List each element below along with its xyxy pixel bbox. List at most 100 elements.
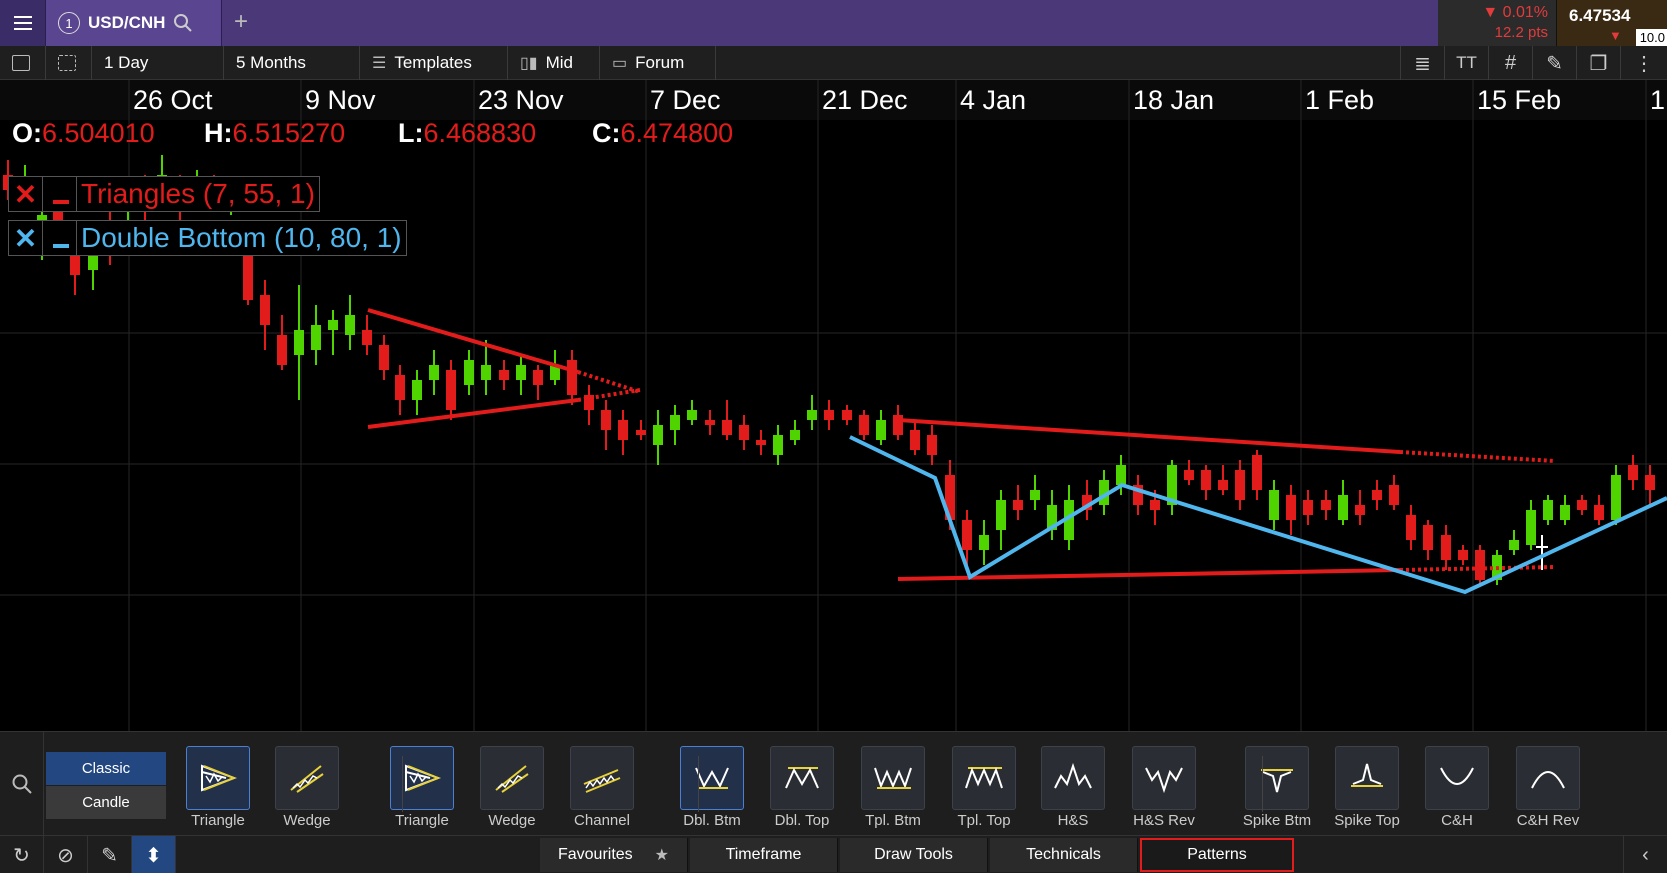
list-icon[interactable] bbox=[0, 46, 46, 80]
candle-body bbox=[1543, 500, 1553, 520]
pattern-label: Channel bbox=[574, 812, 630, 829]
candle-body bbox=[1372, 490, 1382, 500]
forum-button[interactable]: ▭ Forum bbox=[600, 46, 716, 80]
candle-body bbox=[910, 430, 920, 450]
style-candle-button[interactable]: Candle bbox=[46, 786, 166, 819]
list-right-icon[interactable]: ≣ bbox=[1400, 46, 1444, 80]
candle-body bbox=[1628, 465, 1638, 480]
price-chart[interactable]: 26 Oct 9 Nov 23 Nov 7 Dec 21 Dec 4 Jan 18 Jan 1… bbox=[0, 80, 1667, 731]
more-icon[interactable]: ⋮ bbox=[1620, 46, 1667, 80]
text-size-icon[interactable]: TT bbox=[1444, 46, 1488, 80]
candle-body bbox=[979, 535, 989, 550]
clear-icon[interactable]: ⊘ bbox=[44, 836, 88, 873]
pattern-tpl-top-button[interactable]: Tpl. Top bbox=[944, 746, 1024, 829]
price-sub-value: 10.0 bbox=[1635, 29, 1667, 46]
pattern-h-s-button[interactable]: H&S bbox=[1033, 746, 1113, 829]
pattern-spike-top-button[interactable]: Spike Top bbox=[1327, 746, 1407, 829]
pattern-wedge-button[interactable]: Wedge bbox=[472, 746, 552, 829]
symbol-name: USD/CNH bbox=[88, 13, 166, 32]
symbol-selector[interactable]: 1 USD/CNH bbox=[46, 0, 222, 46]
candle-body bbox=[1458, 550, 1468, 560]
price-type-selector[interactable]: ▯▮ Mid bbox=[508, 46, 600, 80]
candle-body bbox=[1389, 485, 1399, 505]
candle-body bbox=[1577, 500, 1587, 510]
tab-favourites[interactable]: Favourites ★ bbox=[540, 838, 688, 872]
tab-timeframe[interactable]: Timeframe bbox=[690, 838, 838, 872]
date-label: 23 Nov bbox=[478, 85, 564, 115]
range-selector[interactable]: 5 Months bbox=[224, 46, 360, 80]
refresh-icon[interactable]: ↻ bbox=[0, 836, 44, 873]
tab-technicals[interactable]: Technicals bbox=[990, 838, 1138, 872]
top-bar: 1 USD/CNH + ▼ 0.01% 12.2 pts 6.47534 ▼ 1… bbox=[0, 0, 1667, 46]
legend-double-bottom: ✕ Double Bottom (10, 80, 1) bbox=[8, 220, 407, 256]
pattern-dbl-top-button[interactable]: Dbl. Top bbox=[762, 746, 842, 829]
candle-body bbox=[345, 315, 355, 335]
pattern-c-h-button[interactable]: C&H bbox=[1417, 746, 1497, 829]
candle-body bbox=[996, 500, 1006, 530]
add-chart-icon[interactable]: + bbox=[234, 8, 248, 36]
search-icon[interactable] bbox=[173, 13, 193, 33]
layout-icon[interactable] bbox=[46, 46, 92, 80]
expand-collapse-icon[interactable]: ⬍ bbox=[132, 836, 176, 873]
templates-button[interactable]: ☰ Templates bbox=[360, 46, 508, 80]
date-label: 1 bbox=[1650, 85, 1666, 115]
double-bottom-color-swatch[interactable] bbox=[43, 221, 77, 255]
date-label: 1 Feb bbox=[1305, 85, 1375, 115]
pattern-triangle-button[interactable]: Triangle bbox=[178, 746, 258, 829]
triangles-color-swatch[interactable] bbox=[43, 177, 77, 211]
tab-draw-tools[interactable]: Draw Tools bbox=[840, 838, 988, 872]
triangle2-upper-line bbox=[897, 418, 1401, 454]
change-percent: 0.01% bbox=[1502, 4, 1548, 21]
pattern-h-s-rev-button[interactable]: H&S Rev bbox=[1124, 746, 1204, 829]
interval-selector[interactable]: 1 Day bbox=[92, 46, 224, 80]
triangle-icon bbox=[186, 746, 250, 810]
candle-body bbox=[243, 250, 253, 300]
pattern-group-divider bbox=[402, 756, 403, 812]
candle-body bbox=[1645, 475, 1655, 490]
candle-body bbox=[277, 335, 287, 365]
remove-double-bottom-icon[interactable]: ✕ bbox=[9, 221, 43, 255]
price-box[interactable]: 6.47534 ▼ 10.0 bbox=[1556, 0, 1667, 46]
candle-body bbox=[311, 325, 321, 350]
price-change: ▼ 0.01% 12.2 pts bbox=[1438, 0, 1556, 46]
pattern-label: Spike Top bbox=[1334, 812, 1400, 829]
candle-body bbox=[927, 435, 937, 455]
date-label: 15 Feb bbox=[1477, 85, 1562, 115]
pattern-spike-btm-button[interactable]: Spike Btm bbox=[1237, 746, 1317, 829]
pattern-label: Dbl. Top bbox=[774, 812, 830, 829]
collapse-icon[interactable]: ‹ bbox=[1623, 836, 1667, 873]
forum-label: Forum bbox=[635, 53, 685, 72]
legend-double-bottom-label: Double Bottom (10, 80, 1) bbox=[81, 222, 402, 253]
sliders-icon: ☰ bbox=[372, 55, 387, 72]
pattern-tpl-btm-button[interactable]: Tpl. Btm bbox=[853, 746, 933, 829]
down-arrow-icon: ▼ bbox=[1609, 28, 1622, 43]
candle-body bbox=[260, 295, 270, 325]
change-points: 12.2 pts bbox=[1494, 24, 1548, 41]
pattern-channel-button[interactable]: Channel bbox=[562, 746, 642, 829]
symbol-slot-number: 1 bbox=[58, 12, 80, 34]
pattern-wedge-button[interactable]: Wedge bbox=[267, 746, 347, 829]
pattern-label: Tpl. Btm bbox=[865, 812, 921, 829]
style-classic-button[interactable]: Classic bbox=[46, 752, 166, 785]
spike-top-icon bbox=[1335, 746, 1399, 810]
pattern-triangle-button[interactable]: Triangle bbox=[382, 746, 462, 829]
grid-icon[interactable]: # bbox=[1488, 46, 1532, 80]
candle-body bbox=[446, 370, 456, 410]
spike-bottom-icon bbox=[1245, 746, 1309, 810]
star-icon: ★ bbox=[654, 847, 670, 864]
hamburger-menu-icon[interactable] bbox=[0, 0, 46, 46]
ohlc-low: L:6.468830 bbox=[398, 118, 537, 148]
windows-icon[interactable]: ❐ bbox=[1576, 46, 1620, 80]
pattern-dbl-btm-button[interactable]: Dbl. Btm bbox=[672, 746, 752, 829]
date-label: 9 Nov bbox=[305, 85, 376, 115]
date-label: 21 Dec bbox=[822, 85, 908, 115]
tab-patterns[interactable]: Patterns bbox=[1140, 838, 1294, 872]
candle-body bbox=[876, 420, 886, 440]
pattern-c-h-rev-button[interactable]: C&H Rev bbox=[1508, 746, 1588, 829]
draw-tool-icon[interactable]: ✎ bbox=[1532, 46, 1576, 80]
candle-body bbox=[773, 435, 783, 455]
remove-triangles-icon[interactable]: ✕ bbox=[9, 177, 43, 211]
search-icon[interactable] bbox=[0, 732, 44, 836]
head-shoulders-icon bbox=[1041, 746, 1105, 810]
pencil-icon[interactable]: ✎ bbox=[88, 836, 132, 873]
